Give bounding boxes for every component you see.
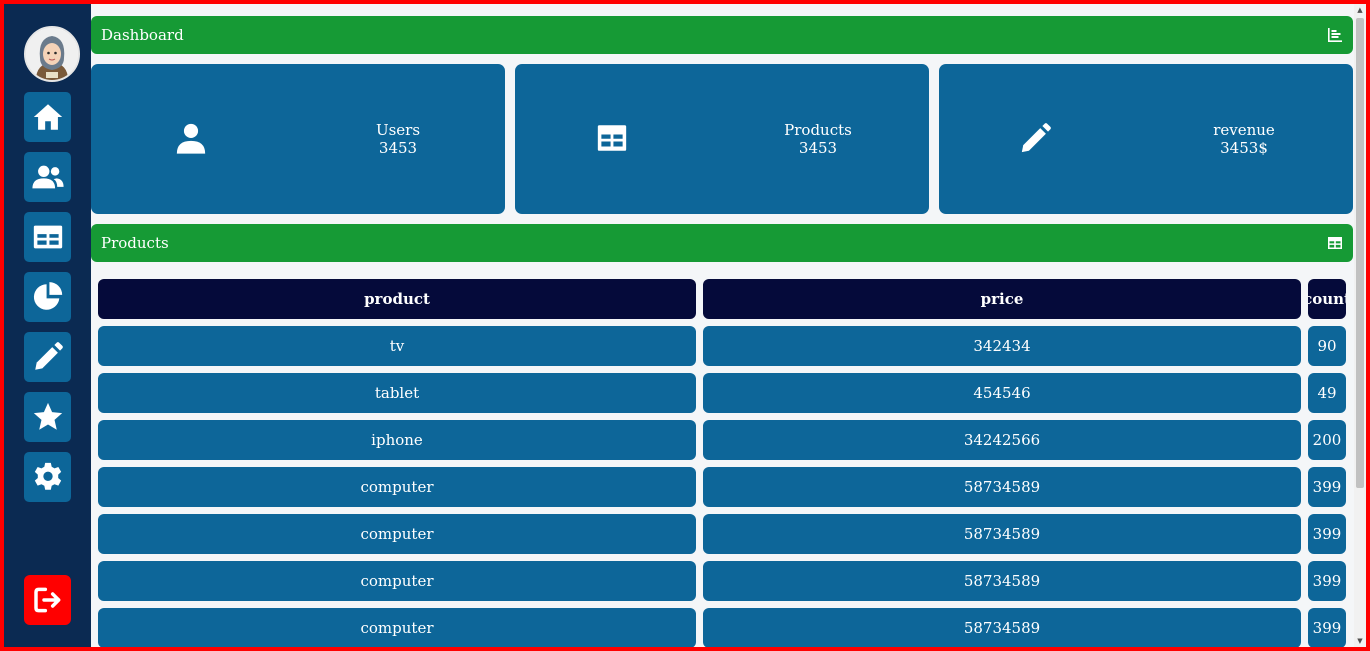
- dashboard-title: Dashboard: [101, 26, 184, 44]
- pencil-icon: [34, 342, 63, 370]
- dashboard-header: Dashboard: [91, 16, 1353, 54]
- table-cell-count: 49: [1308, 373, 1346, 413]
- scroll-down-arrow-icon[interactable]: ▼: [1354, 635, 1366, 647]
- scroll-up-arrow-icon[interactable]: ▲: [1354, 4, 1366, 16]
- nav-chart-button[interactable]: [24, 272, 71, 322]
- stat-label: Products: [784, 121, 852, 139]
- table-cell-product: tablet: [98, 373, 696, 413]
- table-cell-product: iphone: [98, 420, 696, 460]
- table-icon: [1328, 237, 1342, 249]
- avatar[interactable]: [24, 26, 80, 82]
- pencil-icon: [1021, 123, 1051, 153]
- table-cell-count: 399: [1308, 561, 1346, 601]
- table-cell-price: 34242566: [703, 420, 1301, 460]
- table-cell-product: computer: [98, 561, 696, 601]
- table-cell-count: 90: [1308, 326, 1346, 366]
- products-title: Products: [101, 234, 169, 252]
- stat-text-products: Products 3453: [743, 121, 893, 157]
- bar-chart-icon: [1328, 28, 1342, 42]
- stat-value: 3453: [378, 139, 418, 157]
- stat-card-users[interactable]: Users 3453: [91, 64, 505, 214]
- nav-favorites-button[interactable]: [24, 392, 71, 442]
- logout-icon: [33, 587, 60, 613]
- table-cell-price: 58734589: [703, 514, 1301, 554]
- table-icon: [33, 225, 62, 249]
- table-cell-count: 399: [1308, 467, 1346, 507]
- table-cell-price: 58734589: [703, 467, 1301, 507]
- main-content: Dashboard Users 3453 Products 3453 reven…: [91, 4, 1354, 647]
- stat-card-revenue[interactable]: revenue 3453$: [939, 64, 1353, 214]
- stat-label: Users: [375, 121, 421, 139]
- nav-home-button[interactable]: [24, 92, 71, 142]
- sidebar: [4, 4, 91, 647]
- column-header-count[interactable]: count: [1308, 279, 1346, 319]
- scrollbar-thumb[interactable]: [1356, 18, 1364, 488]
- products-table: product price count tv 342434 90 tablet …: [91, 266, 1353, 647]
- nav-users-button[interactable]: [24, 152, 71, 202]
- vertical-scrollbar[interactable]: ▲ ▼: [1354, 4, 1366, 647]
- user-icon: [176, 123, 206, 154]
- stat-label: revenue: [1213, 121, 1275, 139]
- table-cell-price: 58734589: [703, 561, 1301, 601]
- users-icon: [31, 165, 64, 189]
- nav-settings-button[interactable]: [24, 452, 71, 502]
- stat-card-products[interactable]: Products 3453: [515, 64, 929, 214]
- stat-text-revenue: revenue 3453$: [1169, 121, 1319, 157]
- home-icon: [33, 104, 62, 130]
- app-frame: Dashboard Users 3453 Products 3453 reven…: [4, 4, 1366, 647]
- stat-text-users: Users 3453: [323, 121, 473, 157]
- table-cell-count: 399: [1308, 608, 1346, 647]
- star-icon: [33, 402, 62, 430]
- table-cell-product: computer: [98, 514, 696, 554]
- stat-value: 3453: [798, 139, 838, 157]
- column-header-product[interactable]: product: [98, 279, 696, 319]
- table-cell-price: 342434: [703, 326, 1301, 366]
- table-cell-product: tv: [98, 326, 696, 366]
- table-cell-count: 399: [1308, 514, 1346, 554]
- nav-table-button[interactable]: [24, 212, 71, 262]
- stat-value: 3453$: [1220, 139, 1268, 157]
- nav-edit-button[interactable]: [24, 332, 71, 382]
- table-cell-count: 200: [1308, 420, 1346, 460]
- column-header-price[interactable]: price: [703, 279, 1301, 319]
- table-cell-price: 58734589: [703, 608, 1301, 647]
- pie-chart-icon: [33, 282, 62, 310]
- table-cell-price: 454546: [703, 373, 1301, 413]
- products-header: Products: [91, 224, 1353, 262]
- table-cell-product: computer: [98, 467, 696, 507]
- table-cell-product: computer: [98, 608, 696, 647]
- table-icon: [597, 125, 627, 151]
- gear-icon: [34, 462, 61, 490]
- logout-button[interactable]: [24, 575, 71, 625]
